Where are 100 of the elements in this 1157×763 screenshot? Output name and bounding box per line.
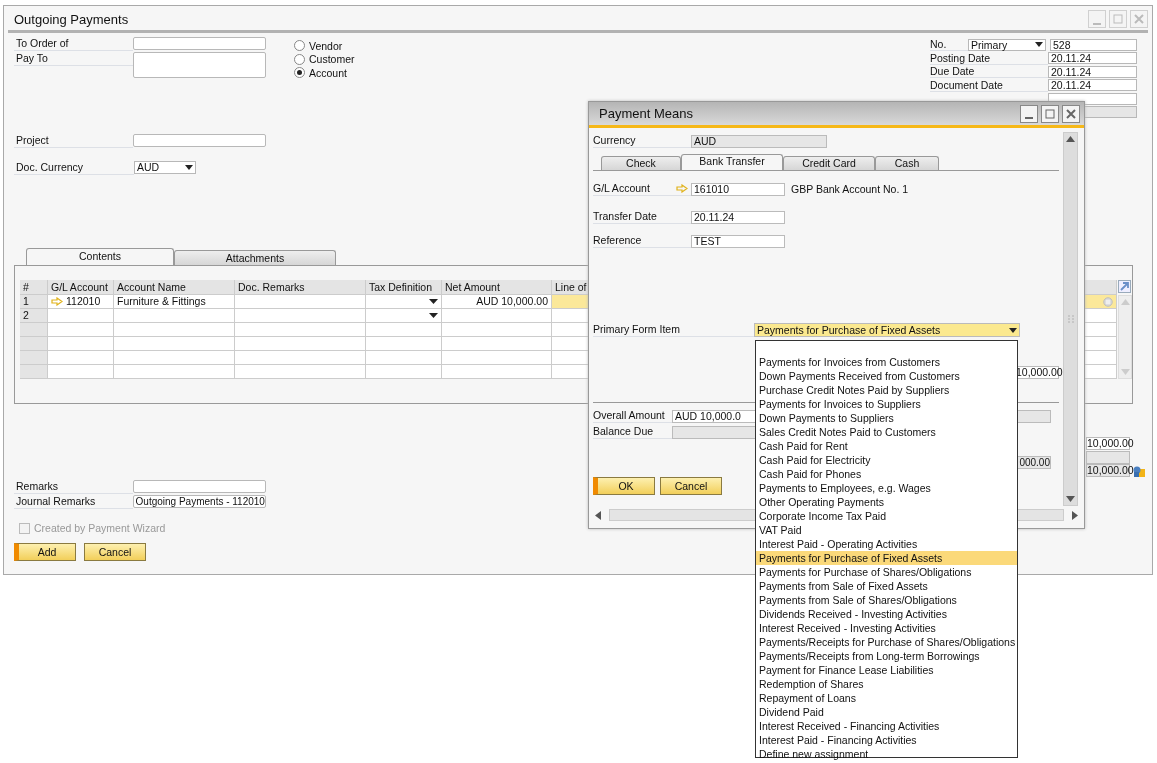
link-arrow-icon[interactable] [676, 184, 688, 193]
dropdown-option[interactable]: Payments for Invoices from Customers [756, 355, 1017, 369]
table-cell[interactable] [366, 309, 442, 323]
input-field[interactable]: TEST [691, 234, 785, 248]
dropdown-option[interactable]: Payments for Purchase of Fixed Assets [756, 551, 1017, 565]
table-cell[interactable] [442, 365, 552, 379]
text-area[interactable] [132, 52, 266, 78]
date-field[interactable]: 20.11.24 [1048, 65, 1137, 78]
scroll-down-icon[interactable] [1066, 496, 1075, 502]
table-cell[interactable]: 112010 [48, 295, 114, 309]
series-select[interactable]: Primary [968, 38, 1046, 51]
expand-icon[interactable] [1118, 280, 1131, 293]
dropdown-option[interactable]: Sales Credit Notes Paid to Customers [756, 425, 1017, 439]
action-button[interactable]: Cancel [660, 477, 722, 495]
input-field[interactable]: 161010 [691, 182, 785, 196]
table-cell[interactable] [442, 309, 552, 323]
dropdown-option[interactable]: Other Operating Payments [756, 495, 1017, 509]
list-icon[interactable] [1103, 296, 1113, 307]
maximize-button[interactable] [1109, 10, 1127, 28]
table-cell[interactable] [114, 351, 235, 365]
table-cell[interactable] [235, 323, 366, 337]
date-field[interactable]: 20.11.24 [1048, 79, 1137, 92]
dropdown-option[interactable]: Define new assignment [756, 747, 1017, 761]
primary-form-item-select[interactable]: Payments for Purchase of Fixed Assets [754, 323, 1020, 337]
action-button[interactable]: Cancel [84, 543, 146, 561]
dropdown-option[interactable]: Payments/Receipts from Long-term Borrowings [756, 649, 1017, 663]
dropdown-option[interactable]: Payments for Invoices to Suppliers [756, 397, 1017, 411]
currency-select[interactable]: AUD [134, 161, 196, 174]
table-cell[interactable] [235, 295, 366, 309]
input-field[interactable] [1048, 92, 1137, 105]
table-cell[interactable] [235, 365, 366, 379]
column-header[interactable]: # [20, 280, 48, 295]
table-cell[interactable] [366, 337, 442, 351]
dropdown-option[interactable]: Payment for Finance Lease Liabilities [756, 663, 1017, 677]
table-cell[interactable] [235, 337, 366, 351]
table-cell[interactable] [48, 365, 114, 379]
action-button[interactable]: Add [14, 543, 76, 561]
table-cell[interactable] [235, 351, 366, 365]
column-header[interactable]: Tax Definition [366, 280, 442, 295]
table-cell[interactable] [442, 351, 552, 365]
input-field[interactable] [132, 134, 266, 147]
dropdown-option[interactable]: Payments for Purchase of Shares/Obligations [756, 565, 1017, 579]
dropdown-option[interactable]: Cash Paid for Electricity [756, 453, 1017, 467]
dropdown-option[interactable]: Cash Paid for Phones [756, 467, 1017, 481]
dropdown-option[interactable]: Repayment of Loans [756, 691, 1017, 705]
column-header[interactable]: G/L Account [48, 280, 114, 295]
scroll-up-icon[interactable] [1066, 136, 1075, 142]
table-cell[interactable] [552, 309, 591, 323]
dropdown-option[interactable]: Purchase Credit Notes Paid by Suppliers [756, 383, 1017, 397]
table-cell[interactable] [366, 351, 442, 365]
scrollbar[interactable] [1063, 132, 1078, 506]
table-cell[interactable] [366, 323, 442, 337]
scroll-right-icon[interactable] [1072, 510, 1078, 520]
table-cell[interactable] [114, 323, 235, 337]
dropdown-option[interactable]: Down Payments to Suppliers [756, 411, 1017, 425]
table-cell[interactable] [235, 309, 366, 323]
input-field[interactable]: Outgoing Payments - 112010 [132, 495, 266, 508]
table-cell[interactable] [48, 351, 114, 365]
dropdown-option[interactable]: Payments from Sale of Fixed Assets [756, 579, 1017, 593]
dropdown-option[interactable]: Redemption of Shares [756, 677, 1017, 691]
link-arrow-icon[interactable] [51, 297, 63, 306]
table-cell[interactable] [114, 337, 235, 351]
dropdown-option[interactable]: Dividend Paid [756, 705, 1017, 719]
tab[interactable]: Credit Card [783, 156, 875, 170]
radio-button[interactable] [294, 67, 305, 79]
tab[interactable]: Contents [26, 248, 174, 265]
table-cell[interactable] [552, 351, 591, 365]
dropdown-option[interactable]: VAT Paid [756, 523, 1017, 537]
tab[interactable]: Bank Transfer [681, 154, 783, 170]
maximize-button[interactable] [1041, 104, 1059, 123]
table-cell[interactable] [552, 337, 591, 351]
column-header[interactable]: Doc. Remarks [235, 280, 366, 295]
table-cell[interactable] [114, 309, 235, 323]
close-button[interactable] [1062, 104, 1080, 123]
input-field[interactable] [132, 480, 266, 493]
table-cell[interactable] [442, 337, 552, 351]
tab[interactable]: Check [601, 156, 681, 170]
table-cell[interactable] [48, 323, 114, 337]
radio-button[interactable] [294, 40, 305, 52]
table-cell[interactable] [552, 323, 591, 337]
input-field[interactable]: 20.11.24 [691, 210, 785, 224]
table-cell[interactable] [366, 295, 442, 309]
table-cell[interactable] [114, 365, 235, 379]
input-field[interactable] [132, 37, 266, 50]
dropdown-option[interactable]: Interest Received - Investing Activities [756, 621, 1017, 635]
table-cell[interactable] [48, 337, 114, 351]
tab[interactable]: Attachments [174, 250, 336, 265]
dropdown-option[interactable]: Interest Paid - Financing Activities [756, 733, 1017, 747]
table-cell[interactable] [48, 309, 114, 323]
table-cell[interactable]: AUD 10,000.00 [442, 295, 552, 309]
table-cell[interactable] [442, 323, 552, 337]
dropdown-option[interactable]: Cash Paid for Rent [756, 439, 1017, 453]
dropdown-option[interactable]: Down Payments Received from Customers [756, 369, 1017, 383]
dropdown-option[interactable]: Interest Received - Financing Activities [756, 719, 1017, 733]
dropdown-option[interactable]: Payments/Receipts for Purchase of Shares/Obligations [756, 635, 1017, 649]
minimize-button[interactable] [1020, 104, 1038, 123]
table-cell[interactable]: Furniture & Fittings [114, 295, 235, 309]
table-cell[interactable] [366, 365, 442, 379]
dropdown-option[interactable]: Payments to Employees, e.g. Wages [756, 481, 1017, 495]
tab[interactable]: Cash [875, 156, 939, 170]
